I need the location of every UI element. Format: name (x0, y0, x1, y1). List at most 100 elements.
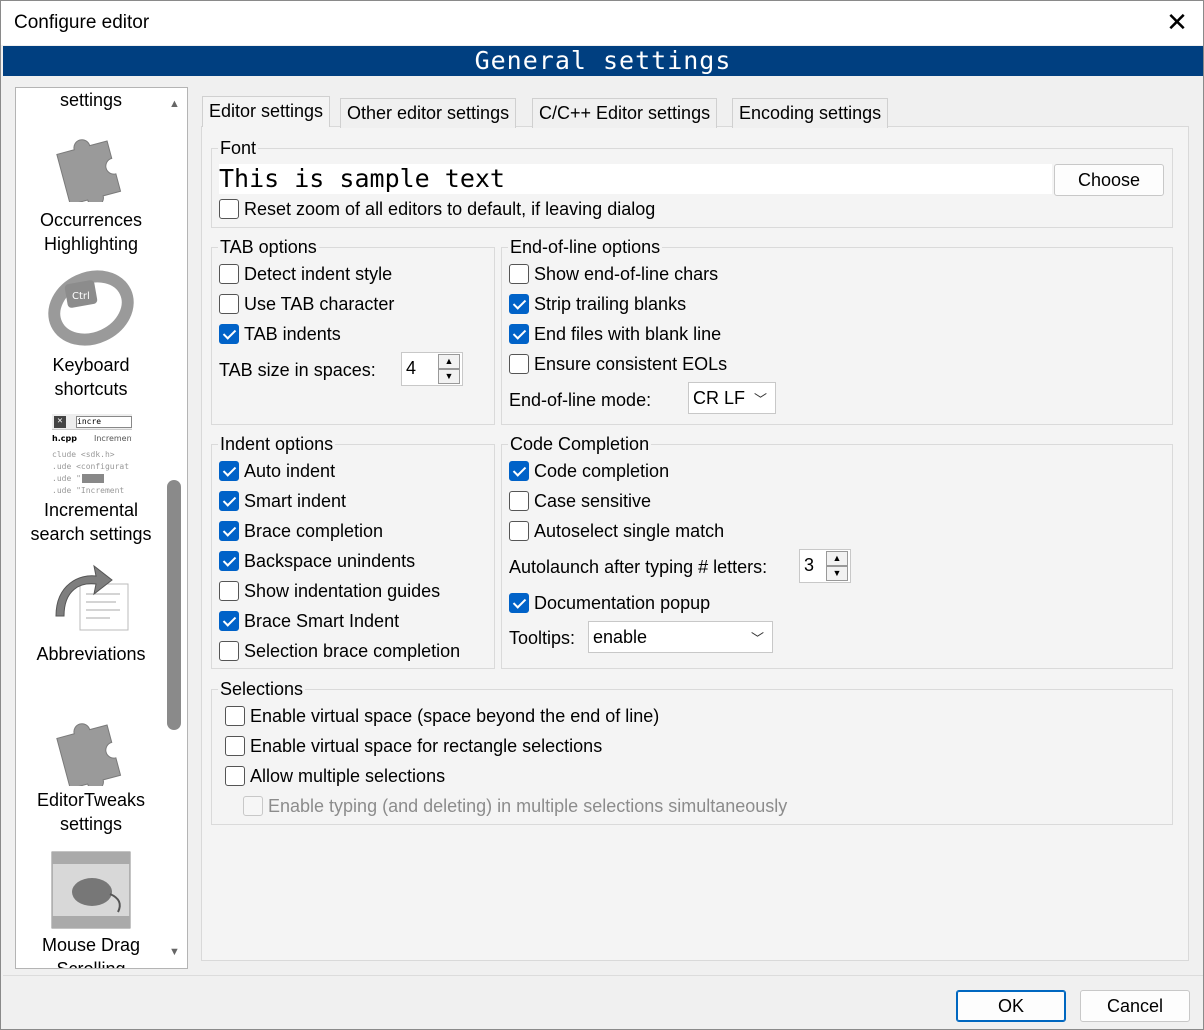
checkbox-label: Detect indent style (244, 264, 393, 284)
thumbnail-line: .ude " (52, 474, 81, 483)
list-item-label: Highlighting (43, 234, 139, 254)
code-completion-checkbox[interactable]: Code completion (509, 460, 809, 482)
multi-typing-checkbox: Enable typing (and deleting) in multiple… (243, 795, 863, 817)
selection-brace-checkbox[interactable]: Selection brace completion (219, 640, 489, 662)
list-item-incremental-search[interactable]: Incremental search settings (16, 498, 166, 546)
select-value: CR LF (693, 388, 746, 408)
list-item-abbreviations[interactable]: Abbreviations (16, 642, 166, 666)
close-icon[interactable]: ✕ (1151, 1, 1203, 45)
list-item-settings[interactable]: settings (16, 88, 166, 112)
multiple-selections-checkbox[interactable]: Allow multiple selections (225, 765, 785, 787)
tooltips-label: Tooltips: (509, 628, 576, 648)
list-item-label: Occurrences (39, 210, 143, 230)
footer-divider (3, 975, 1203, 976)
reset-zoom-checkbox[interactable]: Reset zoom of all editors to default, if… (219, 198, 699, 220)
settings-category-list[interactable]: settings Occurrences Highlighting Ctrl K… (15, 87, 188, 969)
font-sample-text: This is sample text (219, 164, 1052, 194)
consistent-eol-checkbox[interactable]: Ensure consistent EOLs (509, 353, 809, 375)
spinner-value: 4 (406, 358, 417, 378)
tab-cpp-editor-settings[interactable]: C/C++ Editor settings (532, 98, 718, 128)
group-title: End-of-line options (508, 237, 663, 257)
incremental-search-thumbnail: ✕ incre h.cpp Increment clude <sdk.h> .u… (52, 414, 132, 494)
thumbnail-line: .ude <configurat (52, 462, 130, 471)
thumbnail-line: .ude "Increment (52, 486, 125, 494)
show-eol-checkbox[interactable]: Show end-of-line chars (509, 263, 809, 285)
mouse-scroll-icon (51, 851, 131, 929)
checkbox-label: Enable virtual space (space beyond the e… (250, 706, 660, 726)
list-item-editortweaks[interactable]: EditorTweaks settings (16, 788, 166, 836)
strip-blanks-checkbox[interactable]: Strip trailing blanks (509, 293, 809, 315)
list-item-mouse-drag-scrolling[interactable]: Mouse Drag Scrolling (16, 933, 166, 969)
case-sensitive-checkbox[interactable]: Case sensitive (509, 490, 809, 512)
checkbox-label: TAB indents (244, 324, 341, 344)
group-title: TAB options (218, 237, 319, 257)
checkbox-label: Code completion (534, 461, 670, 481)
cancel-button[interactable]: Cancel (1080, 990, 1190, 1022)
ok-button[interactable]: OK (956, 990, 1066, 1022)
checkbox-label: Enable typing (and deleting) in multiple… (268, 796, 788, 816)
checkbox-label: Case sensitive (534, 491, 652, 511)
eol-mode-label: End-of-line mode: (509, 390, 652, 410)
checkbox-label: Ensure consistent EOLs (534, 354, 728, 374)
checkbox-label: Show end-of-line chars (534, 264, 719, 284)
detect-indent-checkbox[interactable]: Detect indent style (219, 263, 479, 285)
tab-size-spinner[interactable]: 4 ▲ ▼ (401, 352, 463, 386)
checkbox-label: Smart indent (244, 491, 347, 511)
tab-indents-checkbox[interactable]: TAB indents (219, 323, 479, 345)
list-item-label: Scrolling (56, 959, 126, 969)
puzzle-icon (56, 139, 122, 202)
list-item-keyboard-shortcuts[interactable]: Keyboard shortcuts (16, 353, 166, 401)
virtual-space-rect-checkbox[interactable]: Enable virtual space for rectangle selec… (225, 735, 785, 757)
virtual-space-checkbox[interactable]: Enable virtual space (space beyond the e… (225, 705, 785, 727)
documentation-popup-checkbox[interactable]: Documentation popup (509, 592, 809, 614)
tab-editor-settings[interactable]: Editor settings (202, 96, 331, 127)
brace-completion-checkbox[interactable]: Brace completion (219, 520, 489, 542)
use-tab-checkbox[interactable]: Use TAB character (219, 293, 479, 315)
checkbox-label: Brace Smart Indent (244, 611, 400, 631)
brace-smart-indent-checkbox[interactable]: Brace Smart Indent (219, 610, 489, 632)
checkbox-label: Enable virtual space for rectangle selec… (250, 736, 603, 756)
autolaunch-spinner[interactable]: 3 ▲ ▼ (799, 549, 851, 583)
group-title: Indent options (218, 434, 336, 454)
tooltips-select[interactable]: enable ﹀ (588, 621, 773, 653)
backspace-unindents-checkbox[interactable]: Backspace unindents (219, 550, 489, 572)
eol-mode-select[interactable]: CR LF ﹀ (688, 382, 776, 414)
chevron-down-icon: ﹀ (753, 392, 767, 407)
tab-encoding-settings[interactable]: Encoding settings (732, 98, 889, 128)
list-item-label: Abbreviations (36, 644, 146, 664)
checkbox-label: Use TAB character (244, 294, 395, 314)
thumbnail-tab: Increment (94, 434, 132, 443)
checkbox-label: Selection brace completion (244, 641, 461, 661)
spin-up-icon[interactable]: ▲ (438, 354, 460, 369)
puzzle-icon (56, 723, 122, 786)
scroll-up-icon[interactable]: ▲ (169, 98, 180, 110)
tab-other-editor-settings[interactable]: Other editor settings (340, 98, 517, 128)
indentation-guides-checkbox[interactable]: Show indentation guides (219, 580, 489, 602)
checkbox-label: Strip trailing blanks (534, 294, 687, 314)
list-item-label: Mouse Drag (41, 935, 141, 955)
end-files-blank-checkbox[interactable]: End files with blank line (509, 323, 809, 345)
list-scrollbar[interactable]: ▲ ▼ (166, 88, 187, 968)
autoselect-match-checkbox[interactable]: Autoselect single match (509, 520, 809, 542)
list-item-label: Incremental (43, 500, 139, 520)
checkbox-label: Reset zoom of all editors to default, if… (244, 199, 656, 219)
spin-down-icon[interactable]: ▼ (438, 369, 460, 384)
spin-up-icon[interactable]: ▲ (826, 551, 848, 566)
section-banner: General settings (3, 46, 1203, 76)
window-title: Configure editor (14, 12, 150, 33)
scroll-down-icon[interactable]: ▼ (169, 946, 180, 958)
list-item-occurrences-highlighting[interactable]: Occurrences Highlighting (16, 208, 166, 256)
checkbox-label: Brace completion (244, 521, 384, 541)
smart-indent-checkbox[interactable]: Smart indent (219, 490, 489, 512)
spin-down-icon[interactable]: ▼ (826, 566, 848, 581)
list-item-label: Keyboard (52, 355, 130, 375)
scrollbar-thumb[interactable] (167, 480, 181, 730)
choose-font-button[interactable]: Choose (1054, 164, 1164, 196)
checkbox-label: Documentation popup (534, 593, 711, 613)
thumbnail-search-text: incre (76, 416, 132, 428)
thumbnail-line: clude <sdk.h> (52, 450, 115, 459)
svg-text:Ctrl: Ctrl (72, 291, 90, 302)
auto-indent-checkbox[interactable]: Auto indent (219, 460, 489, 482)
chevron-down-icon: ﹀ (750, 631, 764, 646)
checkbox-label: Auto indent (244, 461, 336, 481)
